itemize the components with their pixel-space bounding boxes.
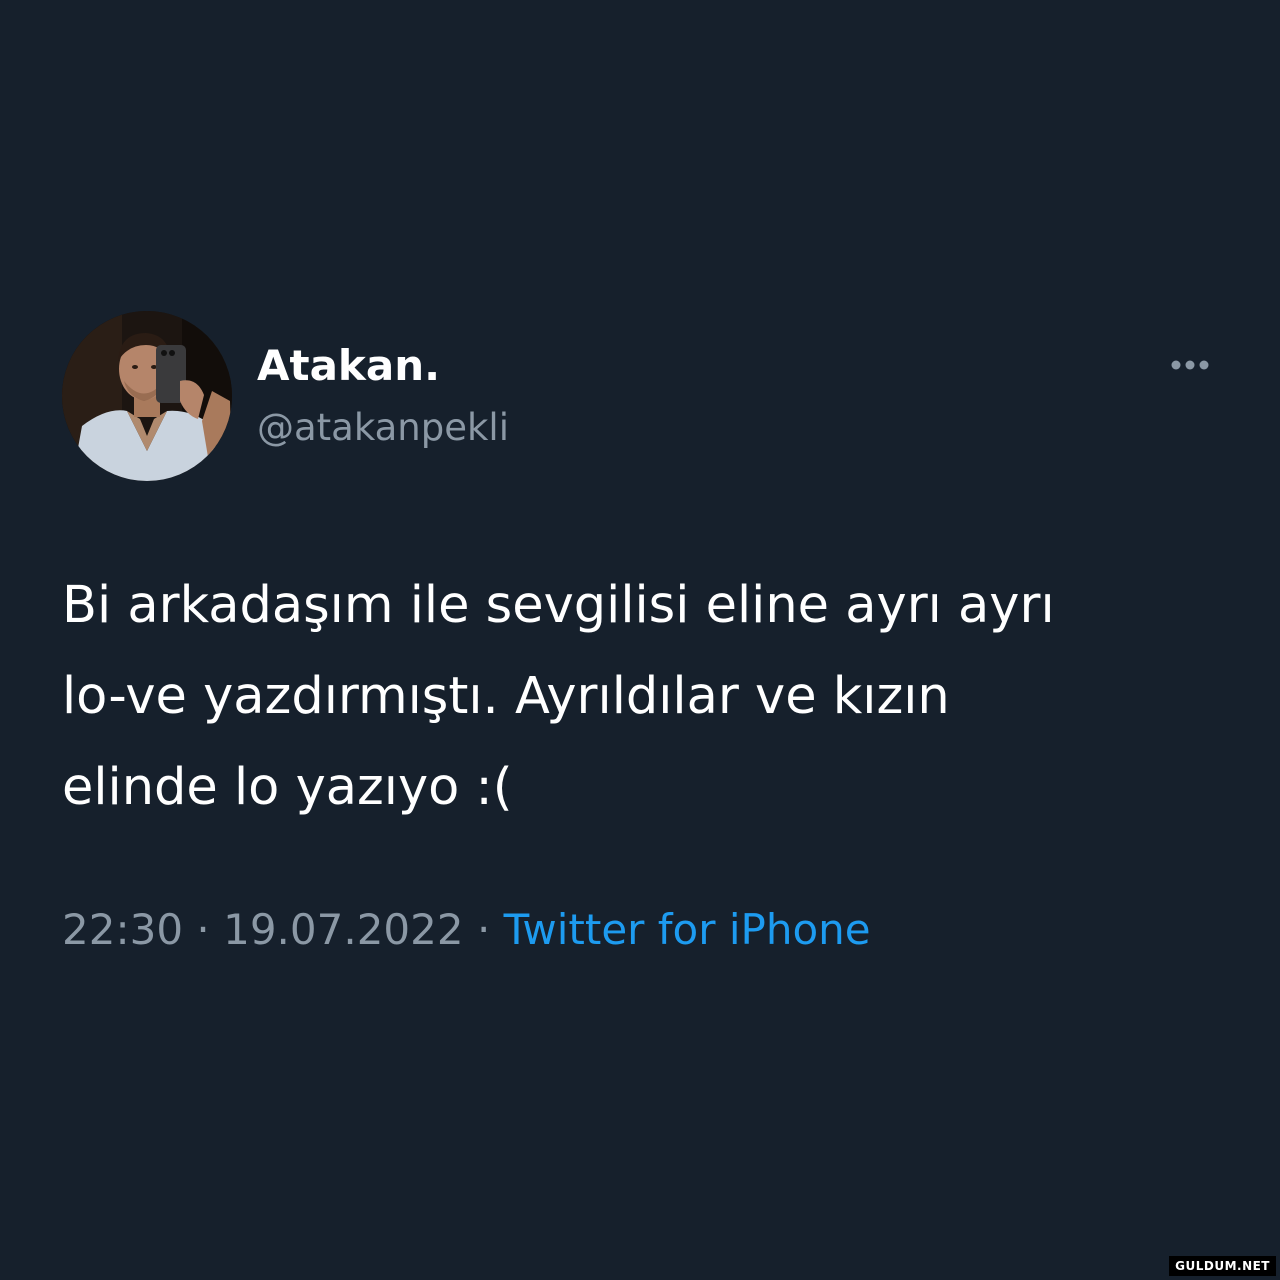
tweet-text: Bi arkadaşım ile sevgilisi eline ayrı ay… [62,576,1055,817]
display-name[interactable]: Atakan. [257,340,440,392]
more-horizontal-icon [1171,360,1209,370]
tweet-card: Atakan. @atakanpekli Bi arkadaşım ile se… [0,0,1280,1280]
meta-separator: · [463,905,504,954]
tweet-meta: 22:30 · 19.07.2022 · Twitter for iPhone [62,902,871,958]
tweet-source-link[interactable]: Twitter for iPhone [504,905,871,954]
watermark: GULDUM.NET [1169,1256,1276,1276]
avatar[interactable] [62,311,232,481]
meta-separator: · [183,905,224,954]
more-options-button[interactable] [1160,350,1220,380]
tweet-date[interactable]: 19.07.2022 [223,905,463,954]
avatar-photo [62,311,232,481]
tweet-time[interactable]: 22:30 [62,905,183,954]
user-handle[interactable]: @atakanpekli [257,404,509,452]
